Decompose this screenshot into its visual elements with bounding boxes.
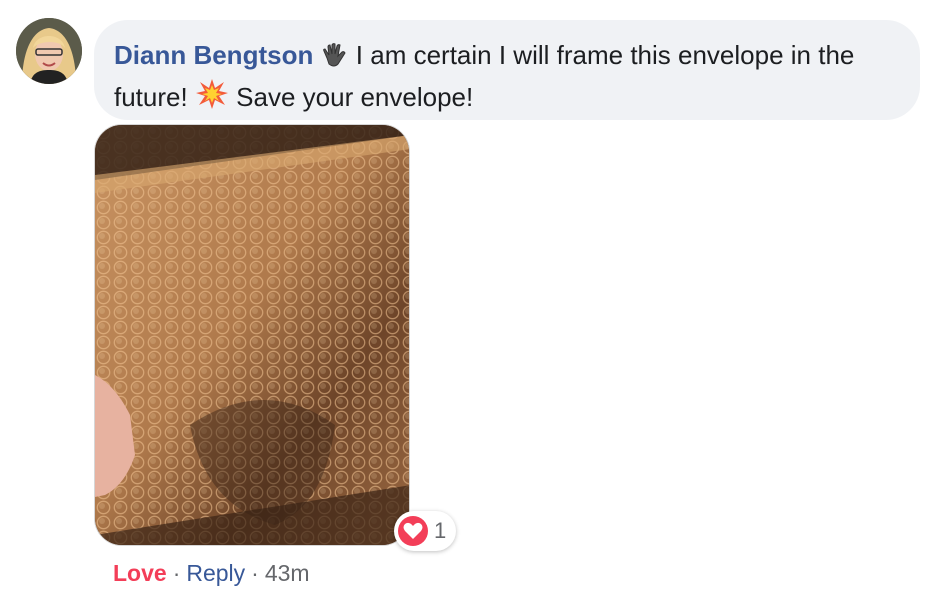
avatar-photo-icon xyxy=(16,18,82,84)
collision-burst-icon xyxy=(195,78,229,120)
love-reaction-link[interactable]: Love xyxy=(113,560,167,586)
photo-gold-bubble-mailer-icon xyxy=(95,125,409,545)
reaction-summary[interactable]: 1 xyxy=(394,511,457,551)
comment-actions: Love · Reply · 43m xyxy=(113,556,310,590)
reply-link[interactable]: Reply xyxy=(186,560,245,586)
timestamp[interactable]: 43m xyxy=(265,560,310,586)
avatar[interactable] xyxy=(16,18,82,84)
separator-dot: · xyxy=(251,560,259,586)
comment: Diann Bengtson I am certain I will frame… xyxy=(0,0,948,610)
separator-dot: · xyxy=(172,560,181,586)
photo-attachment[interactable] xyxy=(94,124,410,546)
comment-bubble: Diann Bengtson I am certain I will frame… xyxy=(94,20,920,120)
author-name[interactable]: Diann Bengtson xyxy=(114,40,313,70)
love-heart-icon xyxy=(398,516,428,546)
waving-hand-icon xyxy=(321,41,349,78)
reaction-count: 1 xyxy=(434,518,447,543)
comment-text-part2: Save your envelope! xyxy=(228,82,474,112)
